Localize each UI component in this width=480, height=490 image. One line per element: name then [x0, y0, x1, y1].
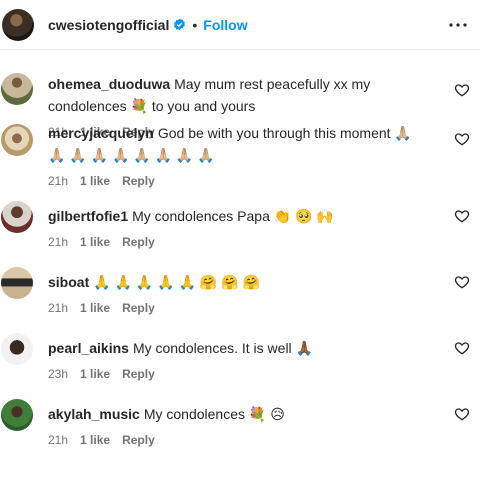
like-heart-icon[interactable] [454, 82, 470, 98]
comment-item: mercyjacquelyn God be with you through th… [0, 117, 480, 205]
reply-button[interactable]: Reply [122, 170, 155, 192]
comment-username[interactable]: siboat [48, 274, 89, 290]
comment-item: ohemea_duoduwa May mum rest peacefully xx… [0, 51, 480, 139]
comment-likes[interactable]: 1 like [80, 231, 110, 253]
comment-item: siboat 🙏 🙏 🙏 🙏 🙏 🤗 🤗 🤗 21h 1 like Reply [0, 267, 480, 337]
like-heart-icon[interactable] [454, 274, 470, 290]
comment-item: pearl_aikins My condolences. It is well 🙏… [0, 333, 480, 403]
comment-username[interactable]: ohemea_duoduwa [48, 76, 170, 92]
like-heart-icon[interactable] [454, 131, 470, 147]
comment-text: 🙏 🙏 🙏 🙏 🙏 🤗 🤗 🤗 [93, 274, 260, 290]
like-heart-icon[interactable] [454, 208, 470, 224]
comment-time[interactable]: 21h [48, 297, 68, 319]
reply-button[interactable]: Reply [122, 231, 155, 253]
post-header: cwesiotengofficial • Follow [0, 0, 480, 50]
comment-text: My condolences. It is well 🙏🏾 [132, 340, 313, 356]
comment-username[interactable]: gilbertfofie1 [48, 208, 128, 224]
avatar[interactable] [1, 399, 33, 431]
separator-dot: • [192, 16, 198, 33]
header-username[interactable]: cwesiotengofficial [48, 17, 169, 33]
reply-button[interactable]: Reply [122, 363, 155, 385]
avatar[interactable] [1, 267, 33, 299]
comment-likes[interactable]: 1 like [80, 363, 110, 385]
like-heart-icon[interactable] [454, 340, 470, 356]
comment-likes[interactable]: 1 like [80, 170, 110, 192]
comment-likes[interactable]: 1 like [80, 429, 110, 451]
avatar[interactable] [1, 124, 33, 156]
comment-time[interactable]: 21h [48, 170, 68, 192]
comment-likes[interactable]: 1 like [80, 297, 110, 319]
verified-badge-icon [173, 18, 186, 31]
comments-list: ohemea_duoduwa May mum rest peacefully xx… [0, 51, 480, 469]
avatar[interactable] [1, 73, 33, 105]
comment-time[interactable]: 21h [48, 429, 68, 451]
comment-time[interactable]: 23h [48, 363, 68, 385]
comment-username[interactable]: pearl_aikins [48, 340, 129, 356]
reply-button[interactable]: Reply [122, 429, 155, 451]
like-heart-icon[interactable] [454, 406, 470, 422]
avatar[interactable] [2, 8, 34, 41]
comment-username[interactable]: akylah_music [48, 406, 140, 422]
reply-button[interactable]: Reply [122, 297, 155, 319]
comment-item: akylah_music My condolences 💐 😥 21h 1 lik… [0, 399, 480, 469]
follow-button[interactable]: Follow [203, 17, 247, 33]
comment-text: My condolences Papa 👏 🥺 🙌 [132, 208, 334, 224]
comment-username[interactable]: mercyjacquelyn [48, 125, 154, 141]
avatar[interactable] [1, 201, 33, 233]
avatar[interactable] [1, 333, 33, 365]
comment-time[interactable]: 21h [48, 231, 68, 253]
more-options-icon[interactable] [446, 13, 470, 37]
comment-item: gilbertfofie1 My condolences Papa 👏 🥺 🙌 2… [0, 201, 480, 271]
comment-text: My condolences 💐 😥 [143, 406, 285, 422]
